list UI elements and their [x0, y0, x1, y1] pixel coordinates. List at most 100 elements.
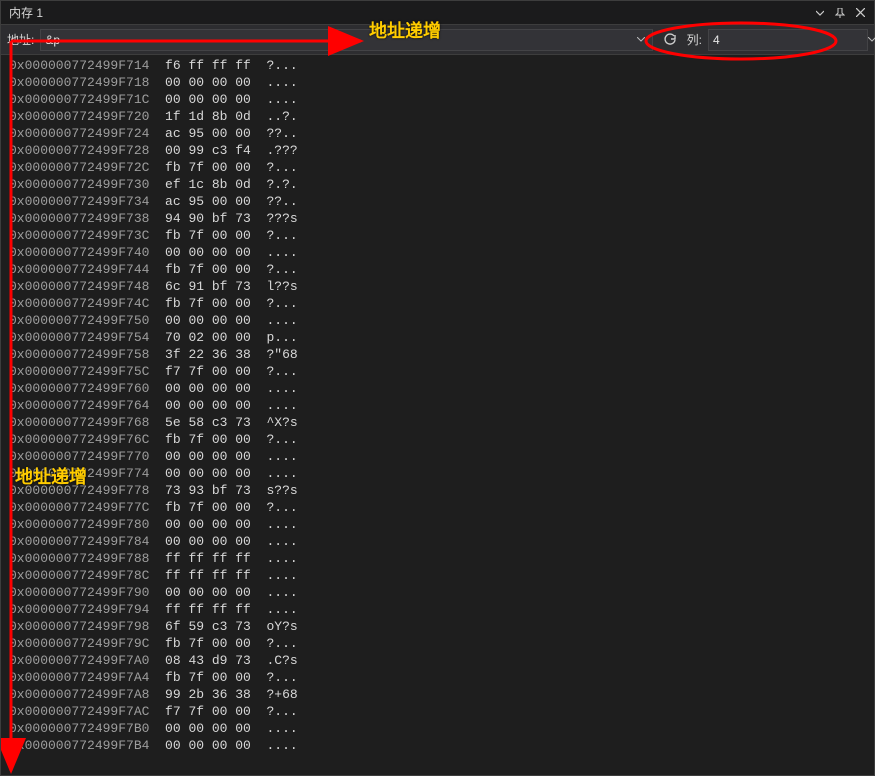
memory-bytes: ac 95 00 00 [149, 126, 250, 141]
memory-ascii: .... [251, 551, 298, 566]
memory-row[interactable]: 0x000000772499F794 ff ff ff ff .... [9, 601, 874, 618]
memory-view[interactable]: 0x000000772499F714 f6 ff ff ff ?...0x000… [1, 55, 874, 775]
memory-row[interactable]: 0x000000772499F750 00 00 00 00 .... [9, 312, 874, 329]
memory-row[interactable]: 0x000000772499F798 6f 59 c3 73 oY?s [9, 618, 874, 635]
memory-address: 0x000000772499F754 [9, 330, 149, 345]
memory-row[interactable]: 0x000000772499F714 f6 ff ff ff ?... [9, 57, 874, 74]
memory-row[interactable]: 0x000000772499F738 94 90 bf 73 ???s [9, 210, 874, 227]
memory-row[interactable]: 0x000000772499F744 fb 7f 00 00 ?... [9, 261, 874, 278]
chevron-down-icon [868, 37, 875, 42]
memory-row[interactable]: 0x000000772499F73C fb 7f 00 00 ?... [9, 227, 874, 244]
memory-row[interactable]: 0x000000772499F75C f7 7f 00 00 ?... [9, 363, 874, 380]
memory-row[interactable]: 0x000000772499F760 00 00 00 00 .... [9, 380, 874, 397]
pin-button[interactable] [830, 3, 850, 23]
memory-row[interactable]: 0x000000772499F770 00 00 00 00 .... [9, 448, 874, 465]
memory-ascii: ?... [251, 432, 298, 447]
memory-address: 0x000000772499F724 [9, 126, 149, 141]
memory-bytes: 00 00 00 00 [149, 585, 250, 600]
memory-row[interactable]: 0x000000772499F754 70 02 00 00 p... [9, 329, 874, 346]
memory-address: 0x000000772499F718 [9, 75, 149, 90]
memory-ascii: .... [251, 398, 298, 413]
memory-address: 0x000000772499F780 [9, 517, 149, 532]
memory-bytes: 5e 58 c3 73 [149, 415, 250, 430]
columns-input[interactable] [713, 33, 868, 47]
memory-bytes: 99 2b 36 38 [149, 687, 250, 702]
memory-address: 0x000000772499F734 [9, 194, 149, 209]
memory-bytes: 00 00 00 00 [149, 738, 250, 753]
memory-address: 0x000000772499F794 [9, 602, 149, 617]
memory-row[interactable]: 0x000000772499F730 ef 1c 8b 0d ?.?. [9, 176, 874, 193]
memory-row[interactable]: 0x000000772499F77C fb 7f 00 00 ?... [9, 499, 874, 516]
memory-row[interactable]: 0x000000772499F7A4 fb 7f 00 00 ?... [9, 669, 874, 686]
columns-dropdown[interactable] [868, 35, 875, 44]
memory-ascii: ?... [251, 364, 298, 379]
memory-bytes: 00 00 00 00 [149, 313, 250, 328]
memory-ascii: .??? [251, 143, 298, 158]
memory-address: 0x000000772499F7A0 [9, 653, 149, 668]
address-label: 地址: [7, 31, 34, 48]
memory-row[interactable]: 0x000000772499F7AC f7 7f 00 00 ?... [9, 703, 874, 720]
memory-row[interactable]: 0x000000772499F778 73 93 bf 73 s??s [9, 482, 874, 499]
memory-bytes: fb 7f 00 00 [149, 636, 250, 651]
memory-row[interactable]: 0x000000772499F740 00 00 00 00 .... [9, 244, 874, 261]
memory-row[interactable]: 0x000000772499F788 ff ff ff ff .... [9, 550, 874, 567]
memory-row[interactable]: 0x000000772499F718 00 00 00 00 .... [9, 74, 874, 91]
address-dropdown[interactable] [634, 35, 648, 44]
close-button[interactable] [850, 3, 870, 23]
memory-row[interactable]: 0x000000772499F774 00 00 00 00 .... [9, 465, 874, 482]
memory-row[interactable]: 0x000000772499F78C ff ff ff ff .... [9, 567, 874, 584]
memory-row[interactable]: 0x000000772499F790 00 00 00 00 .... [9, 584, 874, 601]
memory-row[interactable]: 0x000000772499F764 00 00 00 00 .... [9, 397, 874, 414]
window-menu-button[interactable] [810, 3, 830, 23]
memory-row[interactable]: 0x000000772499F728 00 99 c3 f4 .??? [9, 142, 874, 159]
toolbar: 地址: 列: [1, 25, 874, 55]
memory-row[interactable]: 0x000000772499F71C 00 00 00 00 .... [9, 91, 874, 108]
memory-ascii: .... [251, 602, 298, 617]
memory-bytes: 00 00 00 00 [149, 449, 250, 464]
memory-bytes: 00 00 00 00 [149, 381, 250, 396]
memory-ascii: ?... [251, 636, 298, 651]
memory-bytes: 00 99 c3 f4 [149, 143, 250, 158]
memory-row[interactable]: 0x000000772499F758 3f 22 36 38 ?"68 [9, 346, 874, 363]
memory-ascii: .... [251, 466, 298, 481]
memory-row[interactable]: 0x000000772499F76C fb 7f 00 00 ?... [9, 431, 874, 448]
memory-bytes: ff ff ff ff [149, 551, 250, 566]
memory-row[interactable]: 0x000000772499F7A8 99 2b 36 38 ?+68 [9, 686, 874, 703]
memory-row[interactable]: 0x000000772499F768 5e 58 c3 73 ^X?s [9, 414, 874, 431]
memory-row[interactable]: 0x000000772499F748 6c 91 bf 73 l??s [9, 278, 874, 295]
memory-ascii: ?.?. [251, 177, 298, 192]
memory-row[interactable]: 0x000000772499F72C fb 7f 00 00 ?... [9, 159, 874, 176]
memory-row[interactable]: 0x000000772499F7A0 08 43 d9 73 .C?s [9, 652, 874, 669]
memory-address: 0x000000772499F76C [9, 432, 149, 447]
memory-ascii: ..?. [251, 109, 298, 124]
memory-row[interactable]: 0x000000772499F734 ac 95 00 00 ??.. [9, 193, 874, 210]
memory-ascii: ?... [251, 160, 298, 175]
memory-ascii: .... [251, 738, 298, 753]
memory-row[interactable]: 0x000000772499F79C fb 7f 00 00 ?... [9, 635, 874, 652]
pin-icon [835, 8, 845, 18]
memory-row[interactable]: 0x000000772499F7B4 00 00 00 00 .... [9, 737, 874, 754]
memory-row[interactable]: 0x000000772499F784 00 00 00 00 .... [9, 533, 874, 550]
memory-bytes: ff ff ff ff [149, 602, 250, 617]
memory-address: 0x000000772499F78C [9, 568, 149, 583]
memory-row[interactable]: 0x000000772499F780 00 00 00 00 .... [9, 516, 874, 533]
memory-ascii: .... [251, 92, 298, 107]
memory-row[interactable]: 0x000000772499F74C fb 7f 00 00 ?... [9, 295, 874, 312]
memory-row[interactable]: 0x000000772499F7B0 00 00 00 00 .... [9, 720, 874, 737]
memory-bytes: 08 43 d9 73 [149, 653, 250, 668]
memory-bytes: 00 00 00 00 [149, 517, 250, 532]
address-field[interactable] [40, 29, 652, 51]
memory-bytes: 73 93 bf 73 [149, 483, 250, 498]
memory-ascii: ??.. [251, 194, 298, 209]
columns-label: 列: [687, 31, 702, 48]
memory-address: 0x000000772499F7A4 [9, 670, 149, 685]
refresh-button[interactable] [659, 29, 681, 51]
memory-address: 0x000000772499F788 [9, 551, 149, 566]
memory-address: 0x000000772499F784 [9, 534, 149, 549]
address-input[interactable] [45, 33, 633, 47]
memory-row[interactable]: 0x000000772499F724 ac 95 00 00 ??.. [9, 125, 874, 142]
memory-bytes: 6f 59 c3 73 [149, 619, 250, 634]
memory-bytes: 00 00 00 00 [149, 534, 250, 549]
memory-row[interactable]: 0x000000772499F720 1f 1d 8b 0d ..?. [9, 108, 874, 125]
columns-field[interactable] [708, 29, 868, 51]
